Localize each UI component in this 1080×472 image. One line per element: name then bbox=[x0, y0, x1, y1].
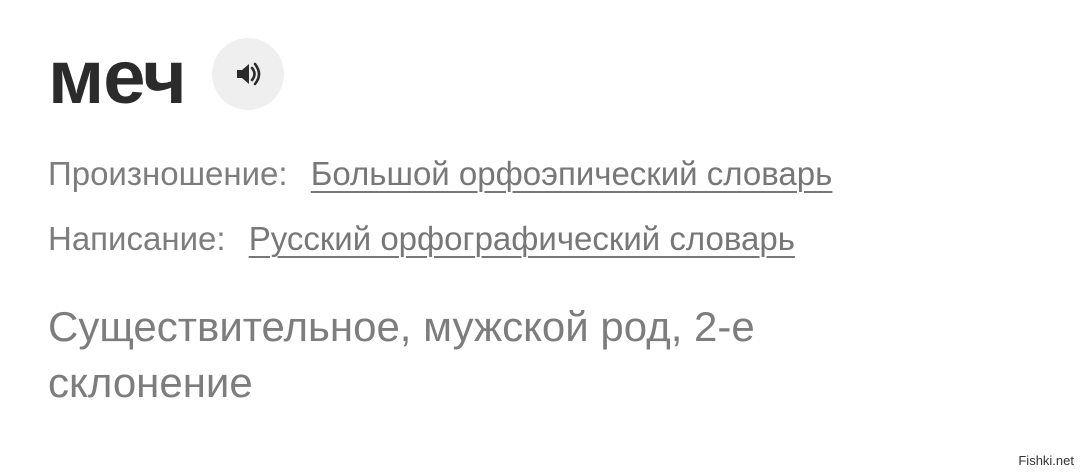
spelling-row: Написание: Русский орфографический слова… bbox=[48, 219, 795, 259]
pronunciation-label: Произношение: bbox=[48, 155, 288, 192]
watermark: Fishki.net bbox=[1018, 453, 1074, 468]
headword: меч bbox=[48, 35, 187, 120]
pronunciation-row: Произношение: Большой орфоэпический слов… bbox=[48, 154, 832, 194]
play-pronunciation-button[interactable] bbox=[211, 38, 284, 110]
spelling-dictionary-link[interactable]: Русский орфографический словарь bbox=[249, 220, 795, 257]
grammar-info: Существительное, мужской род, 2-е склоне… bbox=[48, 303, 755, 407]
word-header: меч bbox=[48, 38, 284, 116]
pronunciation-dictionary-link[interactable]: Большой орфоэпический словарь bbox=[311, 155, 833, 192]
spelling-label: Написание: bbox=[48, 220, 226, 257]
speaker-icon bbox=[233, 59, 263, 89]
